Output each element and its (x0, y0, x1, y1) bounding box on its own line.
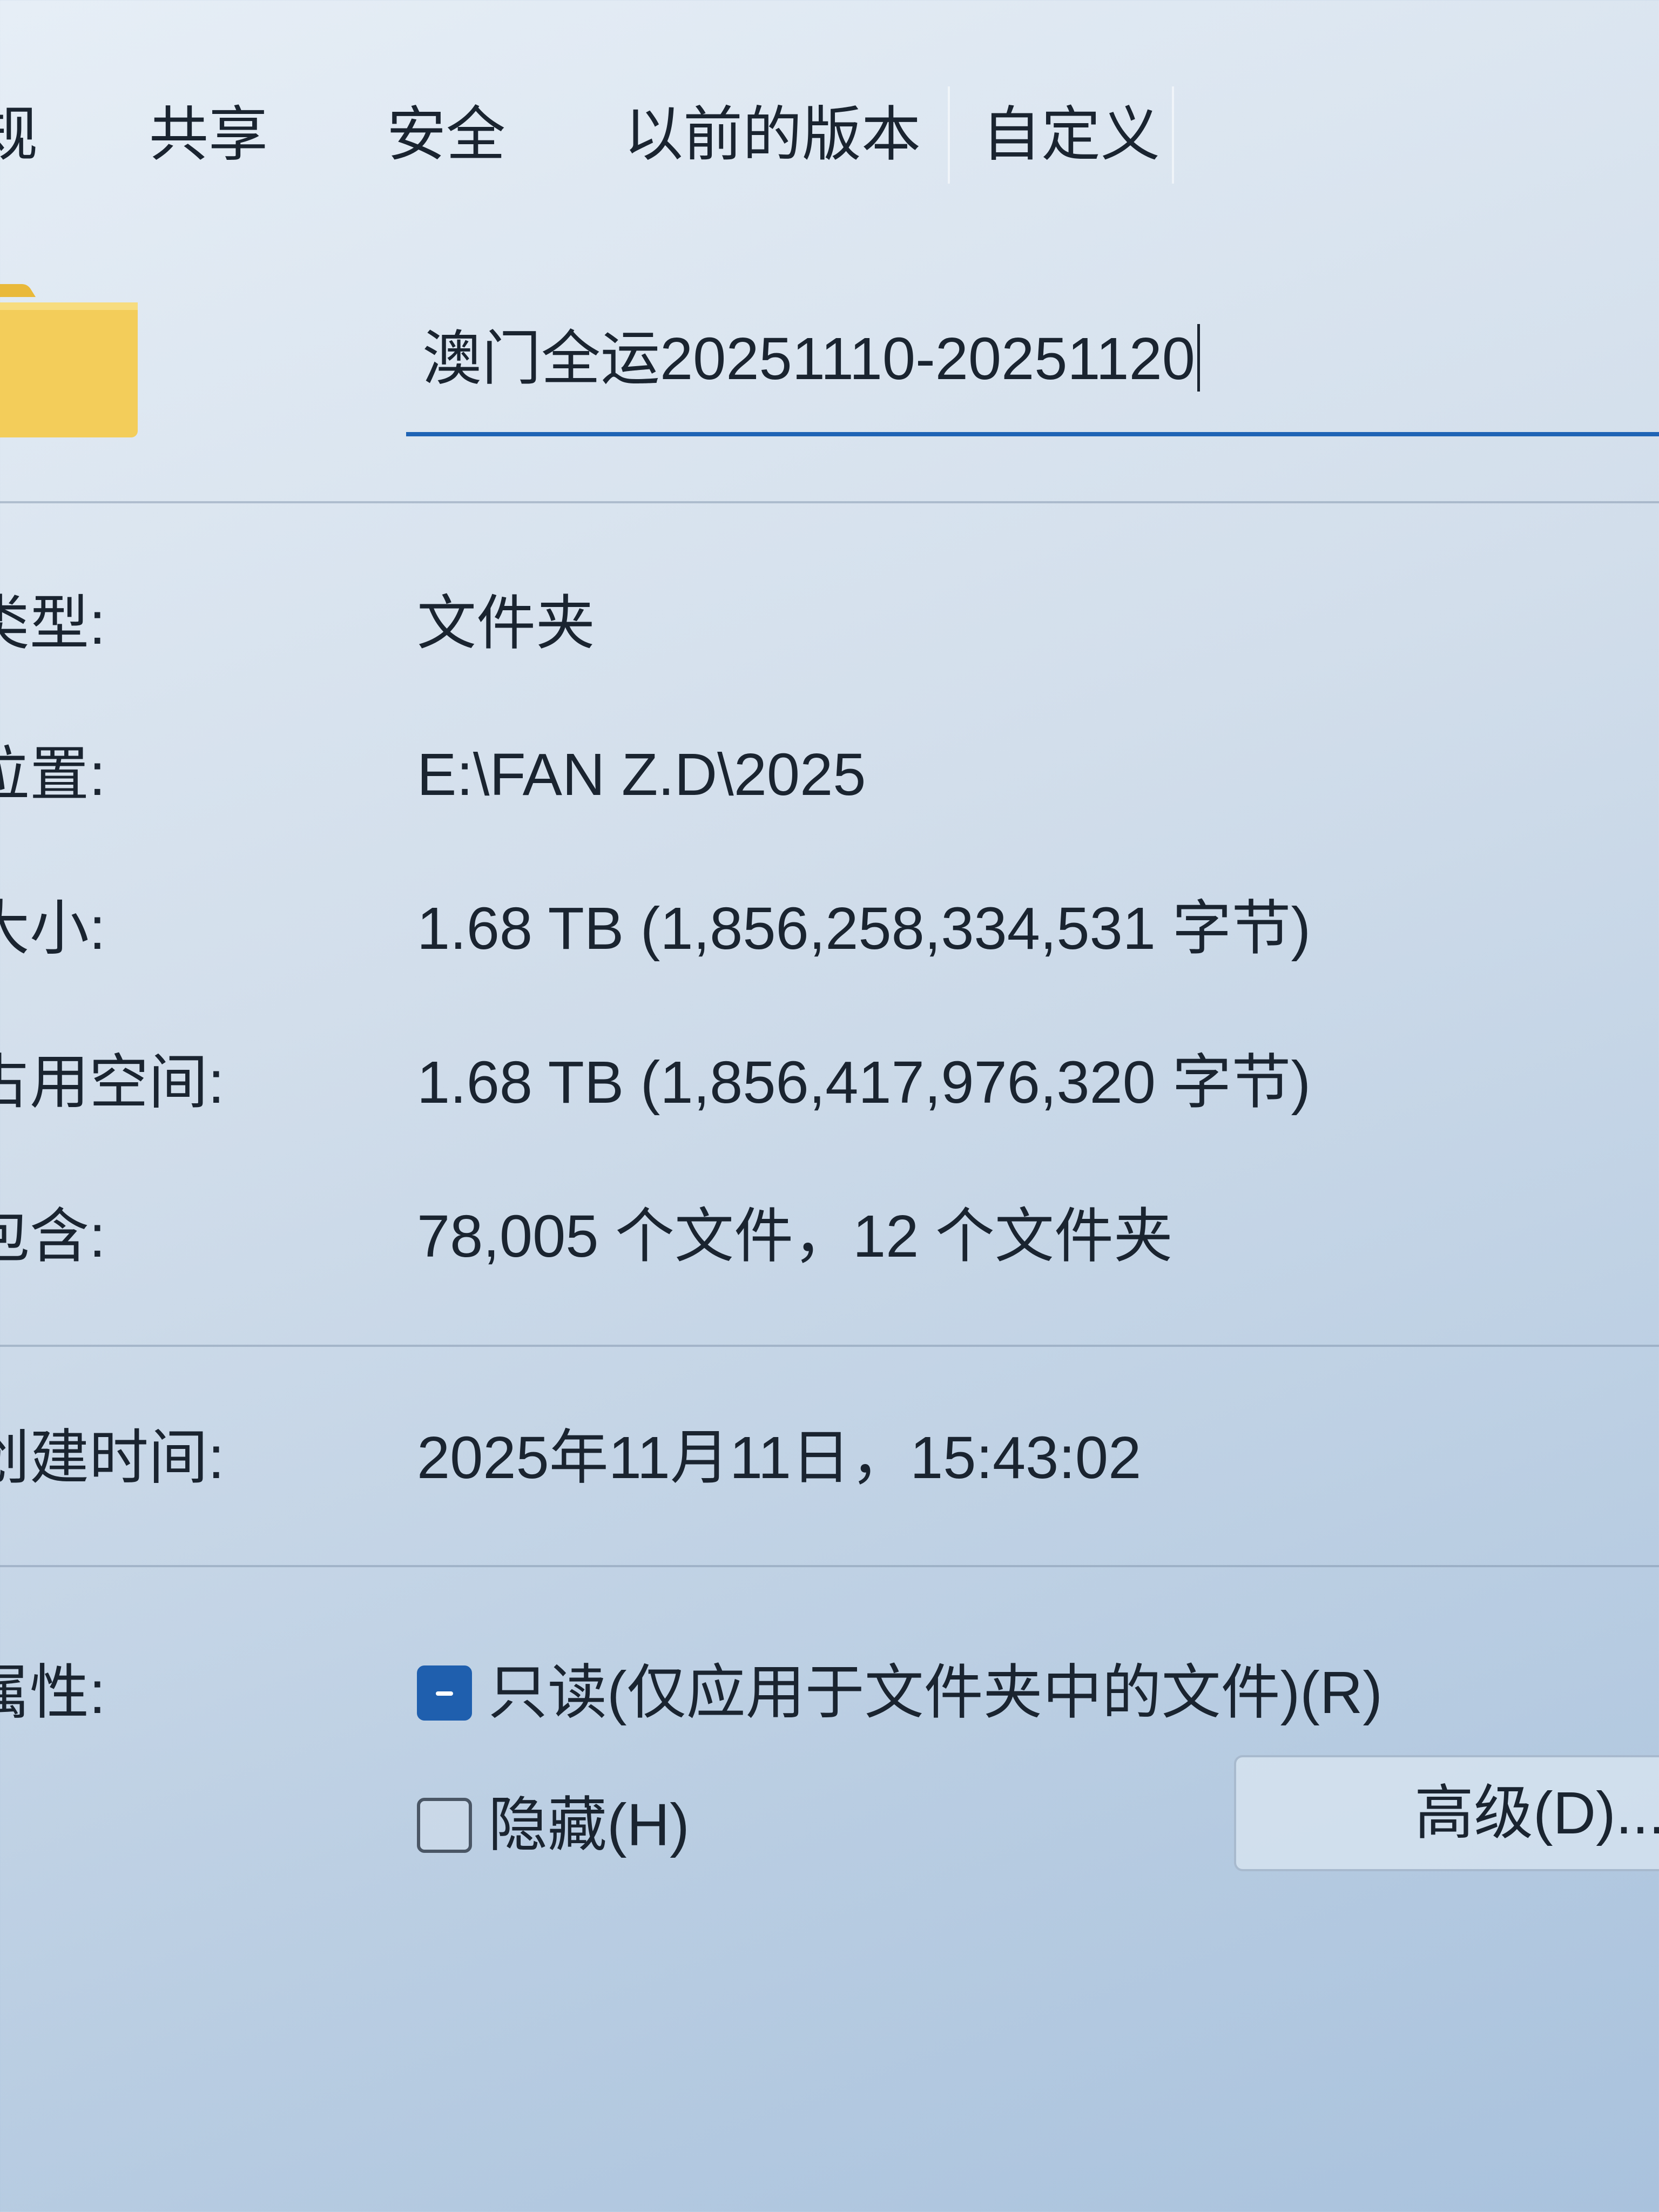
size-label: 大小: (0, 895, 106, 962)
contains-value: 78,005 个文件，12 个文件夹 (417, 1203, 1173, 1270)
hidden-label: 隐藏(H) (488, 1792, 690, 1858)
created-value: 2025年11月11日，15:43:02 (417, 1425, 1142, 1491)
tab-previous-versions[interactable]: 以前的版本 (624, 97, 921, 173)
advanced-button[interactable]: 高级(D)... (1234, 1755, 1659, 1871)
hidden-checkbox-row[interactable]: 隐藏(H) (417, 1790, 690, 1860)
size-value: 1.68 TB (1,856,258,334,531 字节) (417, 895, 1311, 962)
location-label: 位置: (0, 741, 106, 808)
folder-name-text: 澳门全运20251110-20251120 (422, 324, 1200, 394)
location-value: E:\FAN Z.D\2025 (417, 741, 866, 808)
size-on-disk-label: 占用空间: (0, 1049, 225, 1116)
folder-name-field[interactable]: 澳门全运20251110-20251120 (406, 302, 1659, 436)
created-label: 创建时间: (0, 1425, 225, 1491)
tab-sharing[interactable]: 共享 (149, 97, 268, 173)
text-caret (1197, 324, 1200, 392)
hidden-checkbox[interactable] (417, 1798, 472, 1853)
size-on-disk-value: 1.68 TB (1,856,417,976,320 字节) (417, 1049, 1311, 1116)
tab-general[interactable]: 规 (0, 97, 38, 173)
tab-separator (1172, 86, 1174, 184)
divider (0, 1345, 1659, 1347)
readonly-label: 只读(仅应用于文件夹中的文件)(R) (488, 1660, 1382, 1726)
type-value: 文件夹 (417, 590, 595, 657)
readonly-checkbox[interactable] (417, 1665, 472, 1721)
tab-customize[interactable]: 自定义 (982, 97, 1160, 173)
type-label: 类型: (0, 590, 106, 657)
folder-icon (0, 284, 138, 437)
divider (0, 1565, 1659, 1567)
contains-label: 包含: (0, 1203, 106, 1270)
readonly-checkbox-row[interactable]: 只读(仅应用于文件夹中的文件)(R) (417, 1658, 1382, 1728)
tab-separator (948, 86, 950, 184)
divider (0, 501, 1659, 503)
tab-security[interactable]: 安全 (387, 97, 505, 173)
attributes-label: 属性: (0, 1660, 106, 1726)
tab-bar: 规 共享 安全 以前的版本 自定义 (0, 81, 1659, 184)
